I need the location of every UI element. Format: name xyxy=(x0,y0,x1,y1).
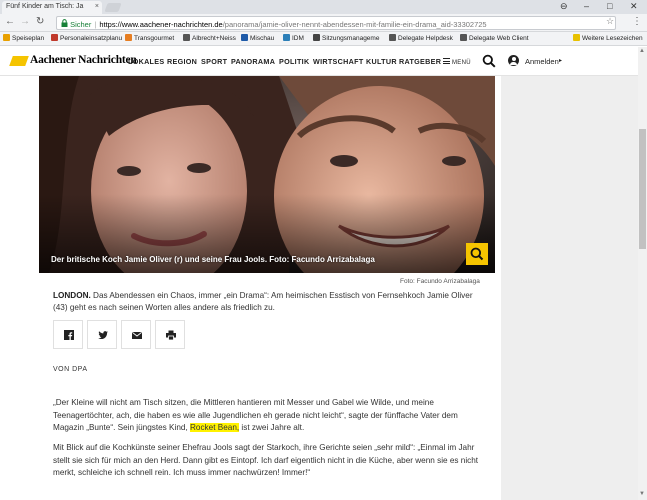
reload-button[interactable]: ↻ xyxy=(36,16,44,27)
bookmark-favicon-icon xyxy=(125,34,132,41)
article-paragraph-2: Mit Blick auf die Kochkünste seiner Ehef… xyxy=(53,443,479,477)
logo-mark-icon xyxy=(9,56,29,66)
forward-button[interactable]: → xyxy=(20,16,30,27)
bookmark-item[interactable]: Transgourmet xyxy=(125,34,174,42)
photo-illustration xyxy=(39,76,495,273)
facebook-icon xyxy=(64,330,74,340)
print-icon xyxy=(166,330,176,340)
url-path: /panorama/jamie-oliver-nennt-abendessen-… xyxy=(222,20,487,29)
bookmark-item[interactable]: Speiseplan xyxy=(3,34,44,42)
browser-tab-bar: Fünf Kinder am Tisch: Ja × ⊖ – □ ✕ xyxy=(0,0,647,14)
lock-icon xyxy=(61,19,68,29)
highlighted-text: Rocket Bean, xyxy=(190,423,240,432)
nav-item-wirtschaft[interactable]: WIRTSCHAFT xyxy=(313,57,364,66)
search-zoom-icon xyxy=(470,247,484,261)
user-icon xyxy=(508,55,519,66)
nav-item-sport[interactable]: SPORT xyxy=(201,57,227,66)
twitter-icon xyxy=(98,331,108,340)
address-bar-row: ← → ↻ Sicher | https://www.aachener-nachri… xyxy=(0,14,647,32)
bookmark-favicon-icon xyxy=(51,34,58,41)
nav-item-lokales[interactable]: LOKALES xyxy=(128,57,164,66)
dateline: LONDON. xyxy=(53,291,91,300)
profile-icon[interactable]: ⊖ xyxy=(560,1,568,12)
bookmark-item[interactable]: Mischau xyxy=(241,34,274,42)
bookmark-item[interactable]: Albrecht+Neiss xyxy=(183,34,236,42)
print-button[interactable] xyxy=(155,320,185,349)
browser-menu-icon[interactable]: ⋮ xyxy=(632,16,642,27)
bookmark-item[interactable]: Personaleinsatzplanu xyxy=(51,34,122,42)
bookmark-favicon-icon xyxy=(183,34,190,41)
article-photo[interactable]: Der britische Koch Jamie Oliver (r) und … xyxy=(39,76,495,273)
more-bookmarks[interactable]: Weitere Lesezeichen xyxy=(573,34,643,42)
nav-item-region[interactable]: REGION xyxy=(167,57,197,66)
bookmark-favicon-icon xyxy=(389,34,396,41)
bookmark-star-icon[interactable]: ☆ xyxy=(606,16,614,27)
browser-tab[interactable]: Fünf Kinder am Tisch: Ja × xyxy=(2,1,102,14)
login-label[interactable]: Anmelden xyxy=(525,57,559,66)
byline: VON DPA xyxy=(53,366,88,373)
search-icon[interactable] xyxy=(482,54,496,68)
right-sidebar xyxy=(501,47,638,500)
menu-button[interactable]: MENÜ xyxy=(443,58,471,66)
scroll-down-icon[interactable]: ▼ xyxy=(639,491,645,497)
bookmark-favicon-icon xyxy=(460,34,467,41)
bookmarks-bar: Speiseplan Personaleinsatzplanu Transgou… xyxy=(0,32,647,46)
window-close-button[interactable]: ✕ xyxy=(630,1,638,12)
site-header: Aachener Nachrichten LOKALES REGION SPOR… xyxy=(0,47,501,76)
secure-label: Sicher xyxy=(70,20,92,29)
bookmark-favicon-icon xyxy=(313,34,320,41)
nav-item-kultur[interactable]: KULTUR xyxy=(366,57,397,66)
article-paragraph-1: „Der Kleine will nicht am Tisch sitzen, … xyxy=(53,398,458,432)
scroll-thumb[interactable] xyxy=(639,129,646,249)
bookmark-item[interactable]: Delegate Helpdesk xyxy=(389,34,453,42)
new-tab-button[interactable] xyxy=(104,3,122,12)
tab-close-icon[interactable]: × xyxy=(95,3,99,10)
share-email-button[interactable] xyxy=(121,320,151,349)
page-scrollbar[interactable]: ▲ ▼ xyxy=(638,47,647,500)
email-icon xyxy=(132,331,142,339)
scroll-up-icon[interactable]: ▲ xyxy=(639,48,645,54)
nav-item-politik[interactable]: POLITIK xyxy=(279,57,309,66)
minimize-button[interactable]: – xyxy=(584,1,589,11)
back-button[interactable]: ← xyxy=(5,16,15,27)
photo-caption: Der britische Koch Jamie Oliver (r) und … xyxy=(51,255,375,264)
login-area[interactable]: Anmelden ▸ xyxy=(501,47,638,76)
url-input[interactable]: Sicher | https://www.aachener-nachrichten.… xyxy=(56,16,616,30)
photo-credit: Foto: Facundo Arrizabalaga xyxy=(400,278,480,285)
bookmark-favicon-icon xyxy=(241,34,248,41)
nav-item-ratgeber[interactable]: RATGEBER xyxy=(399,57,441,66)
bookmark-item[interactable]: IDM xyxy=(283,34,304,42)
share-twitter-button[interactable] xyxy=(87,320,117,349)
bookmark-item[interactable]: Sitzungsmanageme xyxy=(313,34,379,42)
bookmark-favicon-icon xyxy=(3,34,10,41)
url-host: https://www.aachener-nachrichten.de xyxy=(99,20,223,29)
hamburger-icon xyxy=(443,58,450,64)
maximize-button[interactable]: □ xyxy=(607,1,612,11)
folder-icon xyxy=(573,34,580,41)
share-facebook-button[interactable] xyxy=(53,320,83,349)
bookmark-item[interactable]: Delegate Web Client xyxy=(460,34,529,42)
caret-right-icon: ▸ xyxy=(559,58,563,64)
site-logo[interactable]: Aachener Nachrichten xyxy=(30,54,137,66)
bookmark-favicon-icon xyxy=(283,34,290,41)
article-lead: LONDON. Das Abendessen ein Chaos, immer … xyxy=(53,291,473,312)
tab-title: Fünf Kinder am Tisch: Ja xyxy=(6,3,84,10)
nav-item-panorama[interactable]: PANORAMA xyxy=(231,57,275,66)
zoom-button[interactable] xyxy=(466,243,488,265)
